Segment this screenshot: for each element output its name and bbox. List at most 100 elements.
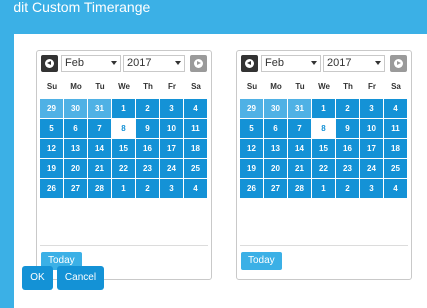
day-cell[interactable]: 17	[160, 139, 183, 158]
day-cell[interactable]: 16	[336, 139, 359, 158]
previous-month-button[interactable]	[41, 55, 58, 72]
day-cell[interactable]: 31	[288, 99, 311, 118]
weekday-label: We	[318, 82, 330, 91]
day-cell-today[interactable]: 8	[112, 119, 135, 138]
day-cell[interactable]: 12	[240, 139, 263, 158]
end-date-calendar: Feb 2017 Su Mo Tu We Th Fr Sa 29 30 31 1…	[236, 50, 412, 280]
day-cell[interactable]: 22	[312, 159, 335, 178]
day-cell[interactable]: 17	[360, 139, 383, 158]
start-date-calendar: Feb 2017 Su Mo Tu We Th Fr Sa 29 30 31 1…	[36, 50, 212, 280]
day-cell[interactable]: 3	[360, 179, 383, 198]
day-cell[interactable]: 9	[136, 119, 159, 138]
day-cell[interactable]: 23	[136, 159, 159, 178]
month-select[interactable]: Feb	[261, 55, 321, 72]
weekday-header: Su Mo Tu We Th Fr Sa	[40, 77, 208, 97]
day-cell[interactable]: 30	[64, 99, 87, 118]
day-cell[interactable]: 18	[184, 139, 207, 158]
day-cell[interactable]: 28	[288, 179, 311, 198]
day-cell[interactable]: 20	[64, 159, 87, 178]
previous-month-button[interactable]	[241, 55, 258, 72]
day-cell[interactable]: 2	[336, 179, 359, 198]
day-cell[interactable]: 6	[64, 119, 87, 138]
day-cell[interactable]: 5	[240, 119, 263, 138]
day-cell[interactable]: 2	[136, 179, 159, 198]
day-cell[interactable]: 2	[136, 99, 159, 118]
day-cell[interactable]: 4	[184, 99, 207, 118]
day-cell[interactable]: 9	[336, 119, 359, 138]
chevron-right-icon	[394, 59, 403, 68]
day-cell[interactable]: 18	[384, 139, 407, 158]
day-cell[interactable]: 22	[112, 159, 135, 178]
cancel-button[interactable]: Cancel	[57, 266, 104, 290]
day-cell[interactable]: 24	[160, 159, 183, 178]
day-cell[interactable]: 21	[88, 159, 111, 178]
day-cell[interactable]: 14	[288, 139, 311, 158]
week-row: 26 27 28 1 2 3 4	[40, 179, 208, 198]
day-cell[interactable]: 1	[312, 99, 335, 118]
day-cell[interactable]: 1	[112, 179, 135, 198]
month-select[interactable]: Feb	[61, 55, 121, 72]
day-cell[interactable]: 27	[264, 179, 287, 198]
day-cell[interactable]: 3	[160, 179, 183, 198]
day-cell[interactable]: 26	[240, 179, 263, 198]
day-cell[interactable]: 23	[336, 159, 359, 178]
day-cell[interactable]: 3	[360, 99, 383, 118]
day-cell[interactable]: 11	[184, 119, 207, 138]
year-select[interactable]: 2017	[323, 55, 385, 72]
day-cell[interactable]: 13	[264, 139, 287, 158]
weekday-label: Th	[343, 82, 353, 91]
day-cell[interactable]: 7	[88, 119, 111, 138]
week-row: 5 6 7 8 9 10 11	[240, 119, 408, 138]
day-cell[interactable]: 31	[88, 99, 111, 118]
week-row: 26 27 28 1 2 3 4	[240, 179, 408, 198]
day-cell[interactable]: 7	[288, 119, 311, 138]
weekday-label: Fr	[168, 82, 176, 91]
day-cell[interactable]: 4	[384, 99, 407, 118]
day-cell[interactable]: 1	[312, 179, 335, 198]
day-cell[interactable]: 26	[40, 179, 63, 198]
day-cell[interactable]: 29	[240, 99, 263, 118]
day-cell[interactable]: 16	[136, 139, 159, 158]
today-button[interactable]: Today	[241, 252, 282, 270]
day-cell[interactable]: 5	[40, 119, 63, 138]
next-month-button[interactable]	[390, 55, 407, 72]
day-cell[interactable]: 6	[264, 119, 287, 138]
day-cell[interactable]: 21	[288, 159, 311, 178]
day-cell[interactable]: 19	[240, 159, 263, 178]
day-cell[interactable]: 29	[40, 99, 63, 118]
dropdown-arrow-icon	[175, 61, 181, 65]
day-cell[interactable]: 14	[88, 139, 111, 158]
day-cell[interactable]: 3	[160, 99, 183, 118]
day-cell[interactable]: 25	[184, 159, 207, 178]
day-cell[interactable]: 20	[264, 159, 287, 178]
day-cell[interactable]: 30	[264, 99, 287, 118]
day-cell[interactable]: 19	[40, 159, 63, 178]
weekday-label: Sa	[191, 82, 201, 91]
day-cell[interactable]: 12	[40, 139, 63, 158]
day-cell[interactable]: 27	[64, 179, 87, 198]
day-cell[interactable]: 2	[336, 99, 359, 118]
day-cell-today[interactable]: 8	[312, 119, 335, 138]
weekday-label: Fr	[368, 82, 376, 91]
day-cell[interactable]: 15	[312, 139, 335, 158]
day-cell[interactable]: 24	[360, 159, 383, 178]
day-cell[interactable]: 10	[360, 119, 383, 138]
day-cell[interactable]: 28	[88, 179, 111, 198]
week-row: 12 13 14 15 16 17 18	[40, 139, 208, 158]
chevron-left-icon	[245, 59, 254, 68]
day-cell[interactable]: 11	[384, 119, 407, 138]
day-cell[interactable]: 15	[112, 139, 135, 158]
day-cell[interactable]: 10	[160, 119, 183, 138]
calendar-divider	[40, 245, 208, 246]
day-cell[interactable]: 13	[64, 139, 87, 158]
day-cell[interactable]: 4	[384, 179, 407, 198]
year-select[interactable]: 2017	[123, 55, 185, 72]
day-cell[interactable]: 25	[384, 159, 407, 178]
weekday-header: Su Mo Tu We Th Fr Sa	[240, 77, 408, 97]
chevron-left-icon	[45, 59, 54, 68]
day-cell[interactable]: 4	[184, 179, 207, 198]
day-cell[interactable]: 1	[112, 99, 135, 118]
ok-button[interactable]: OK	[22, 266, 53, 290]
week-row: 29 30 31 1 2 3 4	[240, 99, 408, 118]
next-month-button[interactable]	[190, 55, 207, 72]
